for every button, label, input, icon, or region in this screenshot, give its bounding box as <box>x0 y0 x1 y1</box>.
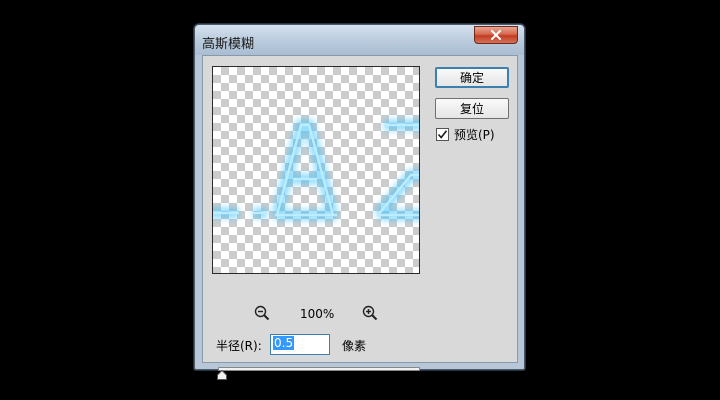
radius-label: 半径(R): <box>216 339 262 353</box>
preview-image <box>213 119 419 221</box>
close-icon <box>491 30 501 40</box>
preview-checkbox-label: 预览(P) <box>454 128 495 142</box>
preview-toggle[interactable]: 预览(P) <box>436 126 495 143</box>
close-button[interactable] <box>474 26 518 44</box>
reset-button[interactable]: 复位 <box>435 98 509 119</box>
radius-value: 0.5 <box>273 336 295 350</box>
zoom-out-icon[interactable] <box>254 305 270 321</box>
gaussian-blur-dialog: 高斯模糊 确定 复位 预览(P) 100% 半径(R): 0.5 像素 <box>194 24 525 380</box>
radius-slider-track[interactable] <box>218 367 420 371</box>
checkmark-icon <box>437 130 448 139</box>
dialog-title: 高斯模糊 <box>202 37 255 52</box>
zoom-level: 100% <box>300 307 335 321</box>
title-bar[interactable]: 高斯模糊 <box>195 25 524 55</box>
preview-checkbox[interactable] <box>436 128 449 141</box>
radius-unit: 像素 <box>342 339 367 353</box>
ok-button[interactable]: 确定 <box>435 67 509 88</box>
radius-input[interactable]: 0.5 <box>270 334 330 355</box>
radius-slider-thumb[interactable] <box>217 370 227 380</box>
preview-pane[interactable] <box>212 66 420 274</box>
dialog-body: 确定 复位 预览(P) 100% 半径(R): 0.5 像素 <box>202 55 518 380</box>
zoom-in-icon[interactable] <box>362 305 378 321</box>
